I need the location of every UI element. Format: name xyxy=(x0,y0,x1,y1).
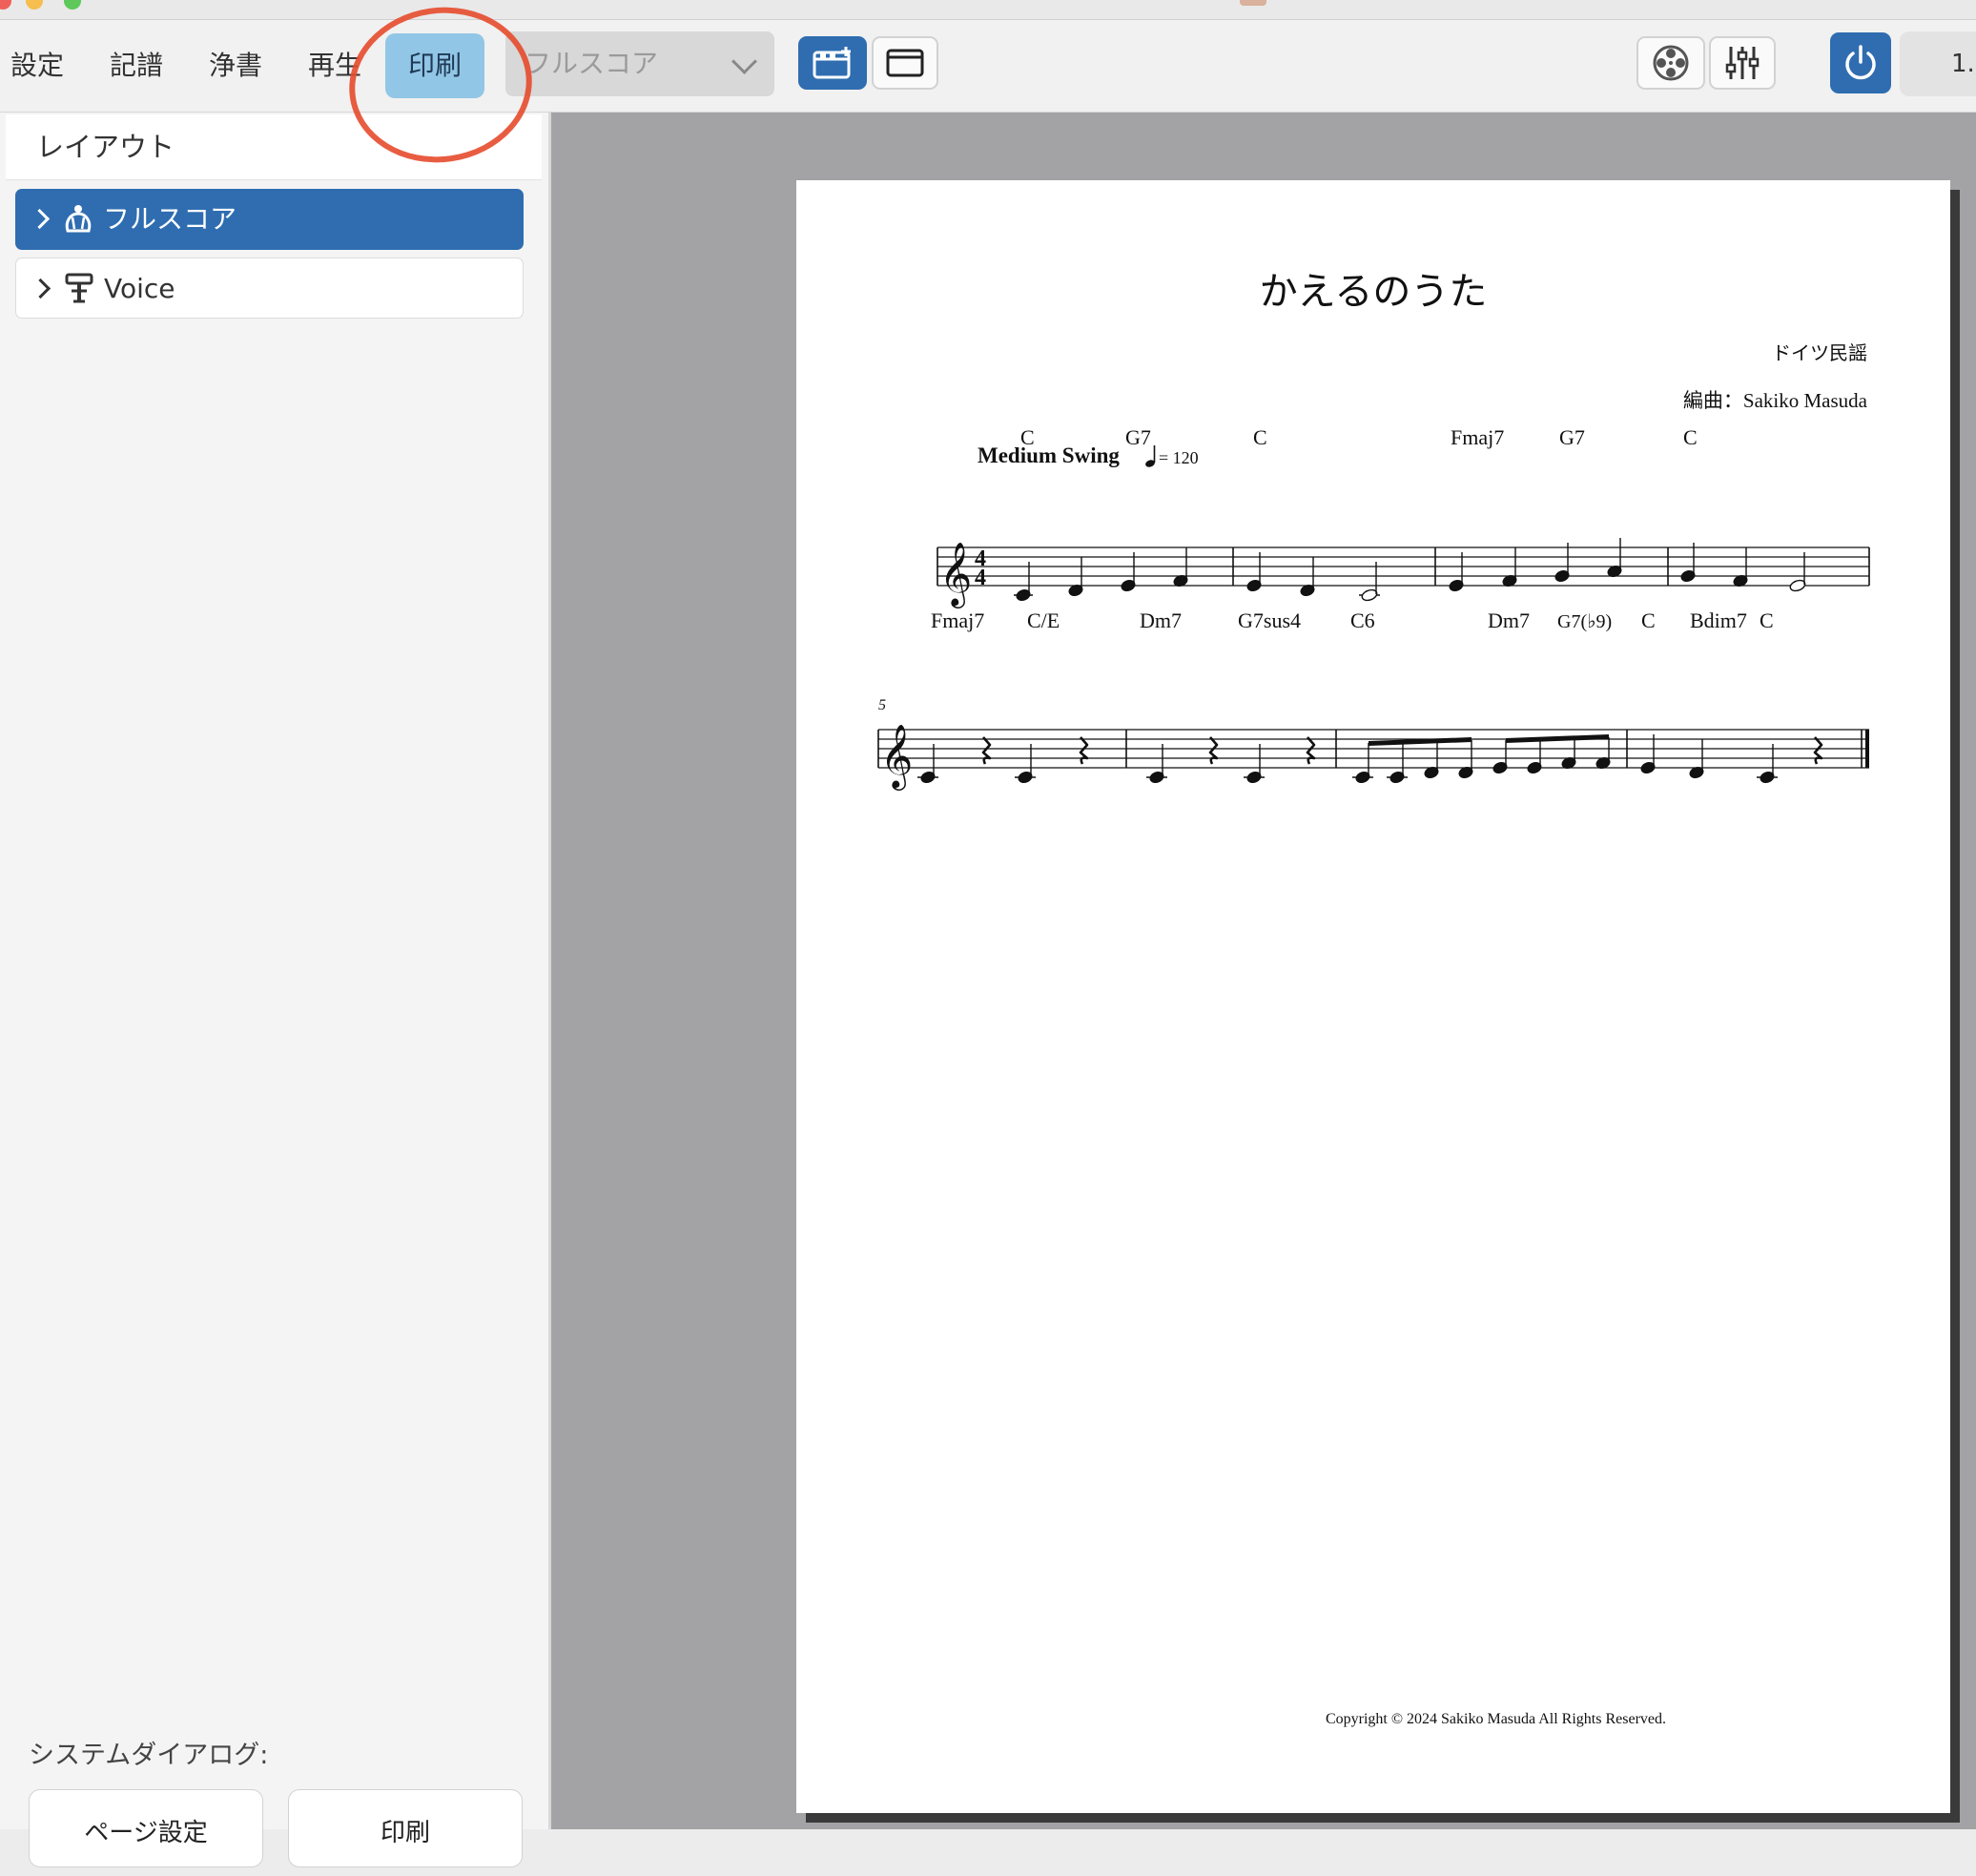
activation-power-button[interactable] xyxy=(1830,32,1891,93)
chord-symbol: G7sus4 xyxy=(1238,608,1301,632)
mode-tab-setup[interactable]: 設定 xyxy=(8,33,67,98)
chord-symbol: C6 xyxy=(1350,608,1375,632)
part-icon xyxy=(65,273,93,303)
mixer-button[interactable] xyxy=(1709,36,1776,90)
film-reel-icon xyxy=(1653,45,1689,81)
staff-system-2 xyxy=(877,729,1869,769)
mode-tab-engrave[interactable]: 浄書 xyxy=(206,33,265,98)
chord-symbol: C xyxy=(1253,425,1267,449)
full-score-icon xyxy=(65,205,92,233)
document-proxy-icon xyxy=(1240,0,1266,6)
svg-text:4: 4 xyxy=(975,566,986,590)
mode-tab-write[interactable]: 記譜 xyxy=(107,33,166,98)
chord-symbol: Dm7 xyxy=(1488,608,1530,632)
power-icon xyxy=(1845,45,1876,80)
chord-symbol: Fmaj7 xyxy=(1451,425,1504,449)
chord-symbol: C xyxy=(1020,425,1035,449)
video-button[interactable] xyxy=(1636,36,1705,90)
layout-item-full-score[interactable]: フルスコア xyxy=(15,189,524,250)
chord-symbol: C xyxy=(1641,608,1656,632)
chord-symbol: G7 xyxy=(1125,425,1151,449)
chord-symbol: C xyxy=(1760,608,1774,632)
chord-symbol: Dm7 xyxy=(1140,608,1182,632)
treble-clef-icon: 𝄞 xyxy=(939,541,972,608)
new-window-button[interactable] xyxy=(872,36,938,90)
time-signature: 44 xyxy=(975,546,986,590)
layout-select-value: フルスコア xyxy=(525,48,659,79)
chord-symbol: G7(♭9) xyxy=(1557,611,1612,632)
close-window-icon[interactable] xyxy=(0,0,11,10)
zoom-window-icon[interactable] xyxy=(64,0,81,10)
layout-item-label: Voice xyxy=(104,273,175,304)
toolbar: 設定 記譜 浄書 再生 印刷 フルスコア 1. xyxy=(0,20,1976,113)
layout-item-label: フルスコア xyxy=(103,203,237,235)
chevron-down-icon xyxy=(731,49,757,74)
new-tab-icon xyxy=(813,47,851,79)
copyright-notice: Copyright © 2024 Sakiko Masuda All Right… xyxy=(1325,1711,1666,1727)
chevron-right-icon[interactable] xyxy=(30,278,51,299)
window-icon xyxy=(886,49,924,77)
chord-symbol: Bdim7 xyxy=(1690,608,1747,632)
layout-select[interactable]: フルスコア xyxy=(505,31,774,96)
chord-symbol: Fmaj7 xyxy=(931,608,984,632)
minimize-window-icon[interactable] xyxy=(26,0,43,10)
treble-clef-icon: 𝄞 xyxy=(880,723,913,791)
print-button[interactable]: 印刷 xyxy=(288,1789,523,1867)
version-text: 1.1 xyxy=(1951,50,1976,78)
measure-number: 5 xyxy=(878,697,886,713)
chord-symbol: C xyxy=(1683,425,1698,449)
staff-system-1 xyxy=(937,546,1870,587)
page-setup-button[interactable]: ページ設定 xyxy=(29,1789,263,1867)
score-page: かえるのうた ドイツ民謡 編曲：Sakiko Masuda Medium Swi… xyxy=(796,180,1950,1813)
window-titlebar xyxy=(0,0,1976,20)
layouts-panel: レイアウト フルスコア Voice システムダイアログ: ページ設定 印刷 xyxy=(0,113,551,1867)
chevron-right-icon[interactable] xyxy=(29,208,51,230)
system-dialog-label: システムダイアログ: xyxy=(29,1741,269,1770)
chord-symbol: G7 xyxy=(1559,425,1585,449)
version-display: 1.1 xyxy=(1900,31,1976,96)
chord-symbol: C/E xyxy=(1027,608,1060,632)
notes-system-2 xyxy=(917,734,1778,783)
new-tab-button[interactable] xyxy=(798,36,867,90)
music-notation: 𝄞 44 C G7 C Fmaj7 G7 C 𝄞 5 Fmaj7 C/E Dm7… xyxy=(877,425,1870,791)
panel-title: レイアウト xyxy=(36,131,175,163)
layout-item-voice[interactable]: Voice xyxy=(15,258,524,319)
mixer-sliders-icon xyxy=(1725,47,1760,79)
